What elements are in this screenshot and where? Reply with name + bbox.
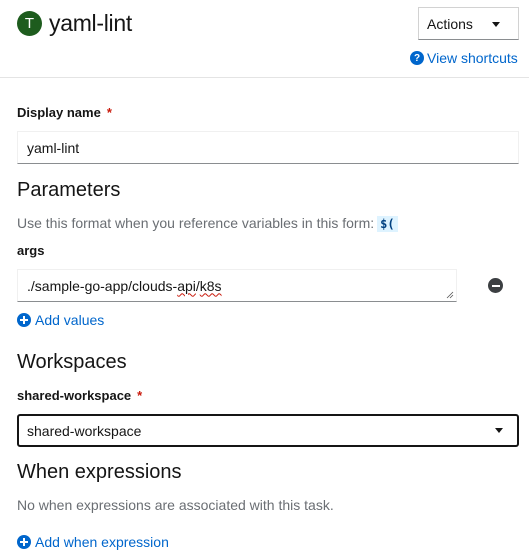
actions-dropdown[interactable]: Actions bbox=[418, 7, 519, 40]
args-label: args bbox=[17, 243, 45, 258]
view-shortcuts-label: View shortcuts bbox=[427, 50, 518, 66]
plus-circle-icon bbox=[17, 313, 31, 327]
display-name-value: yaml-lint bbox=[27, 139, 80, 156]
display-name-input[interactable]: yaml-lint bbox=[17, 131, 519, 164]
panel-header: T yaml-lint Actions ? View shortcuts bbox=[0, 0, 529, 78]
selected-workspace: shared-workspace bbox=[27, 422, 142, 439]
shared-workspace-select[interactable]: shared-workspace bbox=[17, 414, 519, 447]
page-title: yaml-lint bbox=[49, 10, 132, 36]
required-mark: * bbox=[106, 105, 112, 120]
resize-handle-icon[interactable] bbox=[446, 291, 454, 299]
shared-workspace-label-text: shared-workspace bbox=[17, 388, 132, 403]
actions-label: Actions bbox=[427, 15, 473, 32]
caret-down-icon bbox=[495, 428, 503, 433]
add-when-expression-label: Add when expression bbox=[35, 534, 169, 550]
workspaces-heading: Workspaces bbox=[17, 351, 127, 373]
parameters-heading: Parameters bbox=[17, 179, 121, 201]
display-name-label-text: Display name bbox=[17, 105, 101, 120]
helper-text: Use this format when you reference varia… bbox=[17, 215, 375, 231]
caret-down-icon bbox=[492, 22, 500, 27]
format-code-chip: $( bbox=[377, 216, 398, 232]
view-shortcuts-link[interactable]: ? View shortcuts bbox=[410, 50, 518, 66]
title-group: T yaml-lint bbox=[17, 10, 132, 37]
shared-workspace-label: shared-workspace * bbox=[17, 388, 142, 403]
args-value: ./sample-go-app/clouds-api/k8s bbox=[27, 277, 222, 294]
when-expressions-heading: When expressions bbox=[17, 461, 182, 483]
add-values-label: Add values bbox=[35, 312, 105, 328]
display-name-label: Display name * bbox=[17, 105, 112, 120]
when-expressions-empty-text: No when expressions are associated with … bbox=[17, 497, 334, 513]
add-when-expression-button[interactable]: Add when expression bbox=[17, 534, 169, 550]
remove-value-icon[interactable] bbox=[488, 278, 503, 293]
required-mark: * bbox=[137, 388, 143, 403]
args-textarea[interactable]: ./sample-go-app/clouds-api/k8s bbox=[17, 269, 457, 302]
add-values-button[interactable]: Add values bbox=[17, 312, 104, 328]
task-badge-icon: T bbox=[17, 11, 42, 36]
plus-circle-icon bbox=[17, 535, 31, 549]
question-circle-icon: ? bbox=[410, 51, 424, 65]
parameters-helper-text: Use this format when you reference varia… bbox=[17, 215, 398, 232]
